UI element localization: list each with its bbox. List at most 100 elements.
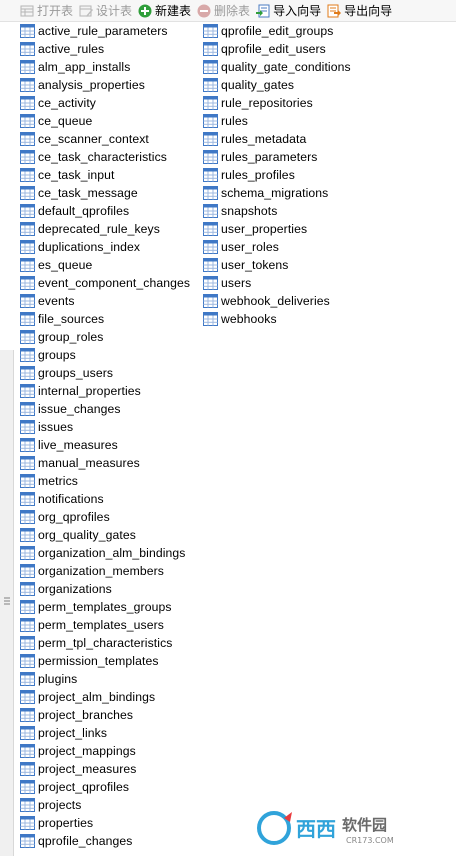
table-item[interactable]: project_mappings <box>20 742 190 760</box>
table-item[interactable]: event_component_changes <box>20 274 190 292</box>
table-item[interactable]: active_rules <box>20 40 190 58</box>
table-name: ce_queue <box>38 114 93 128</box>
table-name: analysis_properties <box>38 78 145 92</box>
table-name: perm_tpl_characteristics <box>38 636 173 650</box>
delete-table-button[interactable]: 删除表 <box>195 1 254 21</box>
export-wizard-label: 导出向导 <box>344 4 393 18</box>
table-item[interactable]: metrics <box>20 472 190 490</box>
table-item[interactable]: perm_tpl_characteristics <box>20 634 190 652</box>
table-item[interactable]: users <box>203 274 351 292</box>
table-item[interactable]: qprofile_edit_groups <box>203 22 351 40</box>
table-item[interactable]: webhooks <box>203 310 351 328</box>
table-item[interactable]: ce_activity <box>20 94 190 112</box>
table-item[interactable]: snapshots <box>203 202 351 220</box>
table-item[interactable]: ce_task_message <box>20 184 190 202</box>
table-name: webhook_deliveries <box>221 294 330 308</box>
table-item[interactable]: file_sources <box>20 310 190 328</box>
import-wizard-button[interactable]: 导入向导 <box>254 1 325 21</box>
table-name: perm_templates_users <box>38 618 164 632</box>
export-wizard-button[interactable]: 导出向导 <box>325 1 396 21</box>
svg-text:软件园: 软件园 <box>342 816 387 834</box>
table-item[interactable]: groups_users <box>20 364 190 382</box>
table-item[interactable]: qprofile_edit_users <box>203 40 351 58</box>
panel-splitter[interactable] <box>0 350 14 856</box>
table-item[interactable]: project_measures <box>20 760 190 778</box>
table-item[interactable]: project_links <box>20 724 190 742</box>
table-item[interactable]: organization_members <box>20 562 190 580</box>
table-list-right-column: qprofile_edit_groups qprofile_edit_usersq… <box>203 22 351 328</box>
table-item[interactable]: qprofile_changes <box>20 832 190 850</box>
table-name: projects <box>38 798 82 812</box>
table-item[interactable]: es_queue <box>20 256 190 274</box>
table-icon <box>20 132 35 146</box>
table-icon <box>203 258 218 272</box>
table-item[interactable]: rules_metadata <box>203 130 351 148</box>
table-item[interactable]: internal_properties <box>20 382 190 400</box>
table-item[interactable]: live_measures <box>20 436 190 454</box>
table-item[interactable]: default_qprofiles <box>20 202 190 220</box>
table-item[interactable]: user_tokens <box>203 256 351 274</box>
table-name: internal_properties <box>38 384 141 398</box>
table-item[interactable]: rules_parameters <box>203 148 351 166</box>
table-item[interactable]: events <box>20 292 190 310</box>
table-name: rules_profiles <box>221 168 295 182</box>
design-table-button[interactable]: 设计表 <box>77 1 136 21</box>
table-icon <box>20 348 35 362</box>
table-icon <box>20 726 35 740</box>
table-item[interactable]: perm_templates_groups <box>20 598 190 616</box>
table-icon <box>20 546 35 560</box>
table-item[interactable]: webhook_deliveries <box>203 292 351 310</box>
table-item[interactable]: user_roles <box>203 238 351 256</box>
table-item[interactable]: analysis_properties <box>20 76 190 94</box>
delete-table-label: 删除表 <box>214 4 251 18</box>
table-item[interactable]: active_rule_parameters <box>20 22 190 40</box>
table-item[interactable]: issues <box>20 418 190 436</box>
table-item[interactable]: rule_repositories <box>203 94 351 112</box>
table-item[interactable]: manual_measures <box>20 454 190 472</box>
table-item[interactable]: plugins <box>20 670 190 688</box>
table-item[interactable]: schema_migrations <box>203 184 351 202</box>
table-item[interactable]: quality_gate_conditions <box>203 58 351 76</box>
open-table-button[interactable]: 打开表 <box>18 1 77 21</box>
table-item[interactable]: ce_scanner_context <box>20 130 190 148</box>
table-icon <box>20 600 35 614</box>
table-item[interactable]: project_alm_bindings <box>20 688 190 706</box>
table-item[interactable]: project_qprofiles <box>20 778 190 796</box>
table-name: project_mappings <box>38 744 136 758</box>
table-item[interactable]: org_quality_gates <box>20 526 190 544</box>
table-item[interactable]: user_properties <box>203 220 351 238</box>
table-name: es_queue <box>38 258 93 272</box>
table-item[interactable]: rules <box>203 112 351 130</box>
table-item[interactable]: quality_gates <box>203 76 351 94</box>
table-name: active_rules <box>38 42 105 56</box>
table-item[interactable]: ce_task_input <box>20 166 190 184</box>
svg-text:CR173.COM: CR173.COM <box>346 836 394 845</box>
table-item[interactable]: projects <box>20 796 190 814</box>
import-wizard-label: 导入向导 <box>273 4 322 18</box>
table-item[interactable]: duplications_index <box>20 238 190 256</box>
table-item[interactable]: ce_task_characteristics <box>20 148 190 166</box>
table-name: alm_app_installs <box>38 60 131 74</box>
table-item[interactable]: project_branches <box>20 706 190 724</box>
table-item[interactable]: groups <box>20 346 190 364</box>
table-icon <box>20 258 35 272</box>
table-item[interactable]: rules_profiles <box>203 166 351 184</box>
table-name: quality_gate_conditions <box>221 60 351 74</box>
table-item[interactable]: perm_templates_users <box>20 616 190 634</box>
new-table-button[interactable]: 新建表 <box>136 1 195 21</box>
table-item[interactable]: group_roles <box>20 328 190 346</box>
table-icon <box>20 618 35 632</box>
table-icon <box>20 492 35 506</box>
table-item[interactable]: notifications <box>20 490 190 508</box>
table-item[interactable]: organizations <box>20 580 190 598</box>
table-item[interactable]: properties <box>20 814 190 832</box>
table-item[interactable]: org_qprofiles <box>20 508 190 526</box>
table-item[interactable]: deprecated_rule_keys <box>20 220 190 238</box>
table-name: qprofile_edit_groups <box>221 24 334 38</box>
table-item[interactable]: organization_alm_bindings <box>20 544 190 562</box>
table-item[interactable]: permission_templates <box>20 652 190 670</box>
table-item[interactable]: ce_queue <box>20 112 190 130</box>
table-name: ce_task_input <box>38 168 115 182</box>
table-item[interactable]: alm_app_installs <box>20 58 190 76</box>
table-item[interactable]: issue_changes <box>20 400 190 418</box>
